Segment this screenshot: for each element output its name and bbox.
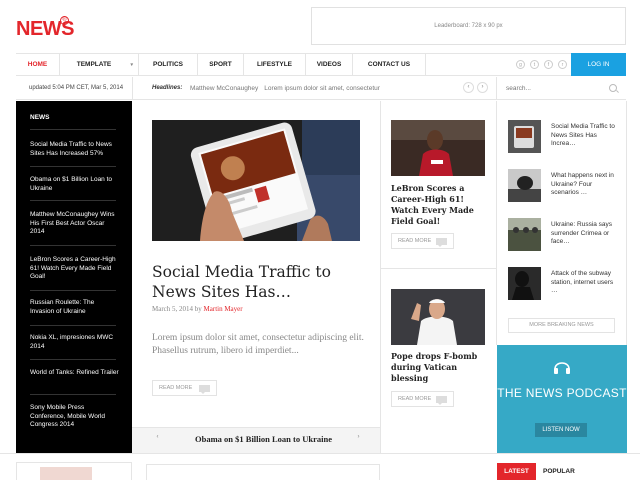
divider bbox=[30, 359, 116, 360]
divider bbox=[30, 290, 116, 291]
pope-image[interactable] bbox=[391, 289, 485, 345]
google-plus-icon[interactable]: g bbox=[516, 60, 525, 69]
chevron-down-icon: ▾ bbox=[130, 62, 133, 68]
twitter-icon[interactable]: t bbox=[530, 60, 539, 69]
ticker-divider bbox=[496, 77, 497, 100]
search-input[interactable] bbox=[506, 82, 621, 95]
featured-title[interactable]: Social Media Traffic to News Sites Has… bbox=[152, 262, 367, 302]
read-more-label: READ MORE bbox=[398, 238, 432, 244]
chevron-left-icon[interactable]: ‹ bbox=[463, 82, 474, 93]
rss-icon[interactable]: r bbox=[558, 60, 567, 69]
tab-popular[interactable]: POPULAR bbox=[543, 463, 575, 480]
registered-mark: ® bbox=[60, 16, 69, 25]
featured-nav-title[interactable]: Obama on $1 Billion Loan to Ukraine bbox=[195, 434, 332, 444]
divider bbox=[30, 394, 116, 395]
news-item[interactable]: Obama on $1 Billion Loan to Ukraine bbox=[30, 176, 120, 193]
featured-image[interactable] bbox=[152, 120, 360, 241]
side-thumb[interactable] bbox=[508, 267, 541, 300]
comment-icon bbox=[436, 396, 447, 405]
featured-excerpt: Lorem ipsum dolor sit amet, consectetur … bbox=[152, 333, 364, 356]
side-item[interactable]: What happens next in Ukraine? Four scena… bbox=[551, 172, 617, 198]
side-item[interactable]: Social Media Traffic to News Sites Has I… bbox=[551, 123, 617, 149]
listen-now-button[interactable]: LISTEN NOW bbox=[535, 423, 587, 437]
read-more-label: READ MORE bbox=[159, 385, 193, 391]
news-item[interactable]: Sony Mobile Press Conference, Mobile Wor… bbox=[30, 404, 120, 430]
login-button[interactable]: LOG IN bbox=[571, 53, 626, 76]
chevron-right-icon[interactable]: › bbox=[477, 82, 488, 93]
divider bbox=[30, 200, 116, 201]
divider bbox=[30, 129, 116, 130]
facebook-icon[interactable]: f bbox=[544, 60, 553, 69]
nav-lifestyle[interactable]: LIFESTYLE bbox=[244, 54, 306, 76]
headphones-icon bbox=[552, 356, 572, 381]
news-heading: NEWS bbox=[30, 114, 50, 121]
nav-template[interactable]: TEMPLATE ▾ bbox=[60, 54, 139, 76]
search-icon[interactable] bbox=[609, 84, 617, 92]
news-item[interactable]: Social Media Traffic to News Sites Has I… bbox=[30, 141, 120, 158]
news-item[interactable]: Matthew McConaughey Wins His First Best … bbox=[30, 211, 120, 237]
tab-latest[interactable]: LATEST bbox=[497, 463, 536, 480]
chevron-left-icon[interactable]: ‹ bbox=[152, 433, 163, 444]
headline-2[interactable]: Lorem ipsum dolor sit amet, consectetur bbox=[264, 85, 380, 92]
section-divider bbox=[0, 453, 640, 454]
read-more-button[interactable]: READ MORE bbox=[391, 233, 454, 249]
lebron-image[interactable] bbox=[391, 120, 485, 176]
bottom-box bbox=[146, 464, 380, 480]
divider bbox=[30, 325, 116, 326]
column-divider bbox=[496, 101, 497, 345]
card-title[interactable]: LeBron Scores a Career-High 61! Watch Ev… bbox=[391, 183, 491, 227]
side-thumb[interactable] bbox=[508, 120, 541, 153]
comment-icon bbox=[199, 385, 210, 394]
news-item[interactable]: Russian Roulette: The Invasion of Ukrain… bbox=[30, 299, 120, 316]
side-thumb[interactable] bbox=[508, 218, 541, 251]
comment-icon bbox=[436, 238, 447, 247]
read-more-button[interactable]: READ MORE bbox=[152, 380, 217, 396]
column-divider bbox=[380, 101, 381, 453]
side-item[interactable]: Attack of the subway station, internet u… bbox=[551, 270, 617, 296]
nav-template-label: TEMPLATE bbox=[76, 61, 112, 68]
column-divider bbox=[626, 101, 627, 345]
ticker-divider bbox=[132, 77, 133, 100]
divider bbox=[30, 166, 116, 167]
read-more-button[interactable]: READ MORE bbox=[391, 391, 454, 407]
side-item[interactable]: Ukraine: Russia says surrender Crimea or… bbox=[551, 221, 617, 247]
nav-home[interactable]: HOME bbox=[16, 54, 60, 76]
news-item[interactable]: Nokia XL, impresiones MWC 2014 bbox=[30, 334, 120, 351]
nav-contact[interactable]: CONTACT US bbox=[353, 54, 426, 76]
headline-1[interactable]: Matthew McConaughey bbox=[190, 85, 258, 92]
card-divider bbox=[380, 268, 496, 269]
main-nav: HOME TEMPLATE ▾ POLITICS SPORT LIFESTYLE … bbox=[16, 53, 626, 76]
leaderboard-ad: Leaderboard: 728 x 90 px bbox=[311, 7, 626, 45]
updated-timestamp: updated 5:04 PM CET, Mar 5, 2014 bbox=[29, 85, 124, 91]
news-item[interactable]: LeBron Scores a Career-High 61! Watch Ev… bbox=[30, 256, 120, 282]
read-more-label: READ MORE bbox=[398, 396, 432, 402]
featured-meta: March 5, 2014 by Martin Mayer bbox=[152, 305, 243, 313]
headlines-label: Headlines: bbox=[152, 85, 183, 91]
more-breaking-button[interactable]: MORE BREAKING NEWS bbox=[508, 318, 615, 333]
headline-ticker[interactable]: Matthew McConaughey Lorem ipsum dolor sit… bbox=[190, 85, 380, 92]
card-title[interactable]: Pope drops F-bomb during Vatican blessin… bbox=[391, 351, 491, 384]
chevron-right-icon[interactable]: › bbox=[353, 433, 364, 444]
featured-date: March 5, 2014 by bbox=[152, 305, 202, 313]
bottom-thumb bbox=[40, 467, 92, 480]
podcast-title: THE NEWS PODCAST bbox=[497, 386, 627, 400]
nav-sport[interactable]: SPORT bbox=[198, 54, 244, 76]
featured-author[interactable]: Martin Mayer bbox=[204, 305, 243, 313]
nav-politics[interactable]: POLITICS bbox=[139, 54, 198, 76]
side-thumb[interactable] bbox=[508, 169, 541, 202]
nav-videos[interactable]: VIDEOS bbox=[306, 54, 353, 76]
divider bbox=[30, 245, 116, 246]
news-item[interactable]: World of Tanks: Refined Trailer bbox=[30, 369, 120, 378]
